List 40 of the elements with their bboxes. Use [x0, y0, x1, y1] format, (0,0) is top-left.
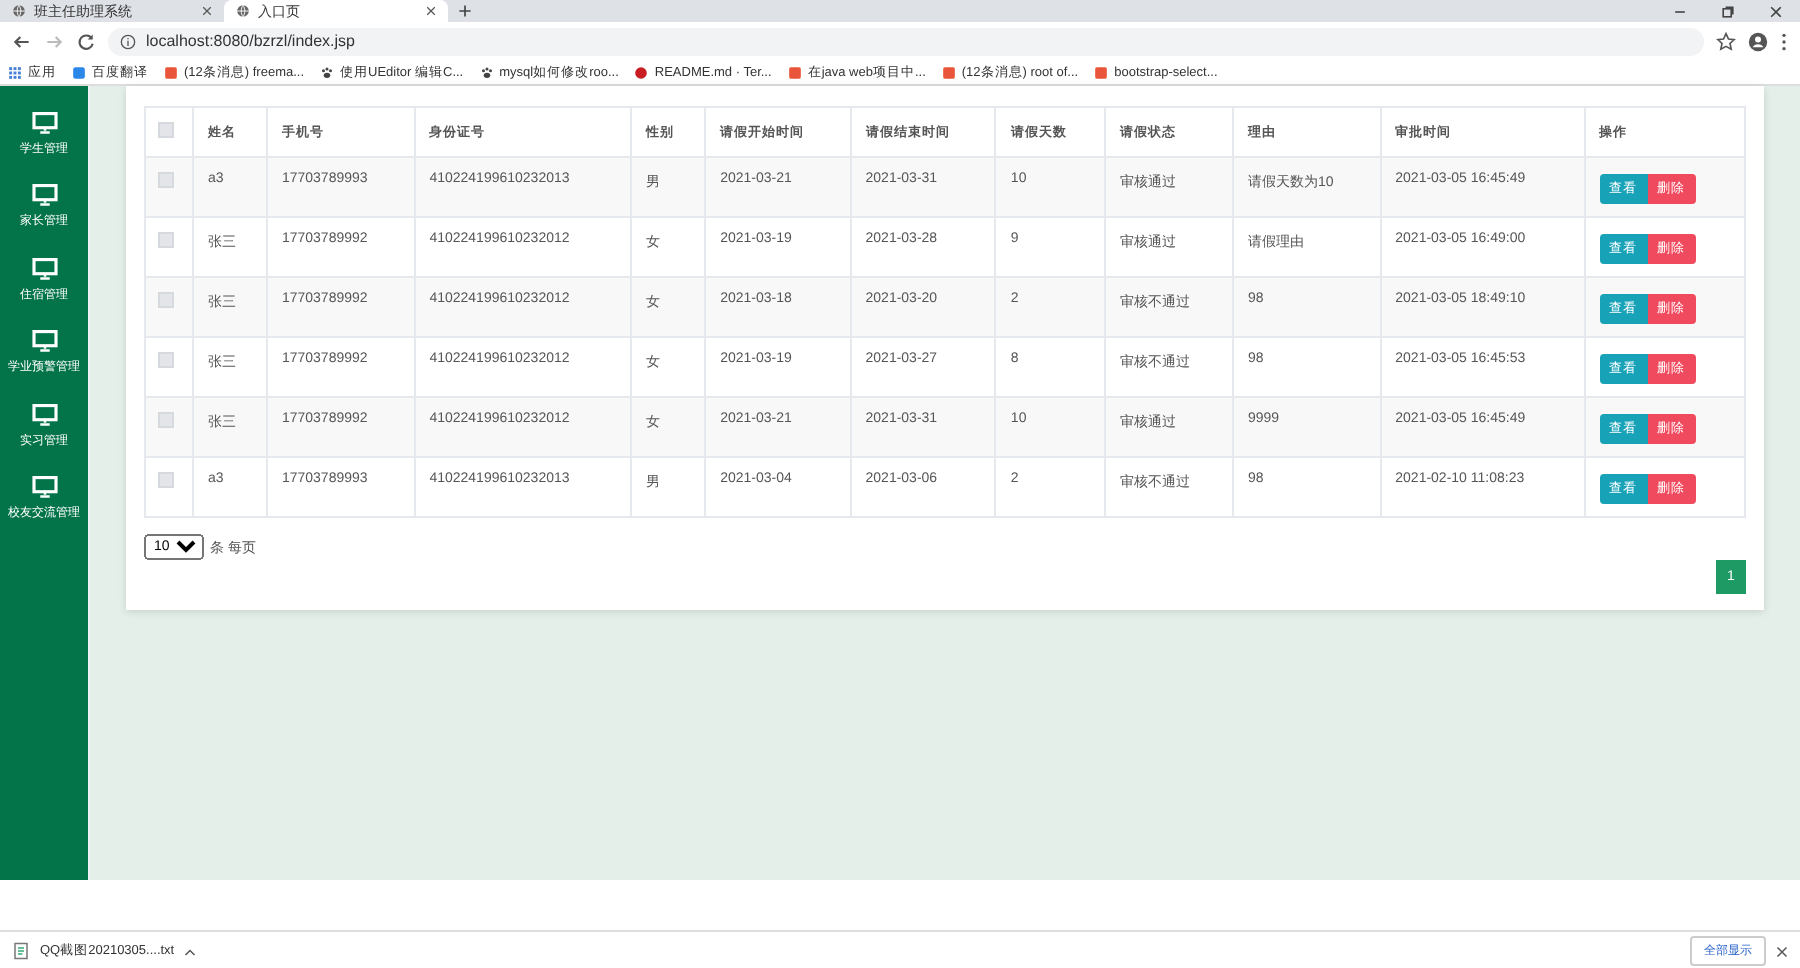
address-bar[interactable]: localhost:8080/bzrzl/index.jsp: [108, 27, 1704, 55]
monitor-icon: [31, 184, 57, 207]
monitor-icon: [31, 111, 57, 134]
restore-icon: [1720, 3, 1736, 19]
square-icon: [72, 65, 86, 79]
row-checkbox[interactable]: [158, 412, 174, 428]
globe-icon: [236, 4, 250, 18]
square-icon: [1094, 65, 1109, 79]
forward-icon[interactable]: [44, 31, 64, 51]
star-icon[interactable]: [1716, 31, 1736, 51]
paw-icon: [320, 65, 335, 79]
monitor-icon: [31, 403, 57, 426]
caret-icon[interactable]: [184, 945, 197, 957]
new-tab-icon: [458, 4, 472, 18]
circle-icon: [634, 65, 649, 79]
select-all-checkbox[interactable]: [158, 122, 174, 138]
info-icon: [120, 33, 136, 49]
paw-icon: [479, 65, 494, 79]
file-icon: [12, 942, 30, 960]
close-icon: [1768, 3, 1784, 19]
square-icon: [941, 65, 956, 79]
back-icon[interactable]: [12, 31, 32, 51]
row-checkbox[interactable]: [158, 352, 174, 368]
monitor-icon: [31, 257, 57, 280]
square-icon: [787, 65, 802, 79]
row-checkbox[interactable]: [158, 292, 174, 308]
row-checkbox[interactable]: [158, 232, 174, 248]
globe-icon: [12, 4, 26, 18]
close-icon: [202, 6, 212, 16]
close-icon: [426, 6, 436, 16]
reload-icon[interactable]: [76, 31, 96, 51]
menu-icon[interactable]: [1780, 31, 1788, 51]
row-checkbox[interactable]: [158, 472, 174, 488]
square-icon: [164, 65, 178, 79]
close-icon[interactable]: [1776, 945, 1788, 957]
monitor-icon: [31, 330, 57, 353]
row-checkbox[interactable]: [158, 172, 174, 188]
apps-grid-icon: [8, 65, 22, 79]
monitor-icon: [31, 476, 57, 499]
profile-icon[interactable]: [1748, 31, 1768, 51]
